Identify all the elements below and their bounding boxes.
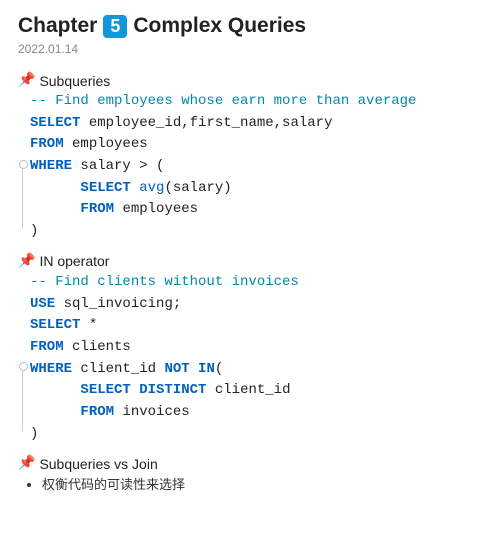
heading-text: Subqueries <box>39 73 110 89</box>
pin-icon: 📌 <box>18 71 35 88</box>
date-text: 2022.01.14 <box>18 42 482 56</box>
code-block: -- Find employees whose earn more than a… <box>22 91 482 243</box>
bullet-list: 权衡代码的可读性来选择 <box>24 474 482 493</box>
chapter-badge: 5 <box>103 15 127 38</box>
section-subqueries-vs-join: 📌 Subqueries vs Join 权衡代码的可读性来选择 <box>18 455 482 493</box>
code-block: -- Find clients without invoices USE sql… <box>22 272 482 446</box>
pin-icon: 📌 <box>18 252 35 269</box>
title-suffix: Complex Queries <box>133 14 306 38</box>
section-heading: 📌 Subqueries <box>18 72 482 89</box>
title-prefix: Chapter <box>18 14 97 38</box>
section-in-operator: 📌 IN operator -- Find clients without in… <box>18 253 482 446</box>
fold-line-icon <box>22 371 23 431</box>
section-heading: 📌 IN operator <box>18 253 482 270</box>
fold-line-icon <box>22 169 23 229</box>
fold-dot-icon <box>19 160 28 169</box>
pin-icon: 📌 <box>18 454 35 471</box>
fold-dot-icon <box>19 362 28 371</box>
list-item: 权衡代码的可读性来选择 <box>42 474 482 493</box>
page-title: Chapter 5 Complex Queries <box>18 14 482 38</box>
section-subqueries: 📌 Subqueries -- Find employees whose ear… <box>18 72 482 243</box>
section-heading: 📌 Subqueries vs Join <box>18 455 482 472</box>
heading-text: Subqueries vs Join <box>39 456 157 472</box>
heading-text: IN operator <box>39 253 109 269</box>
